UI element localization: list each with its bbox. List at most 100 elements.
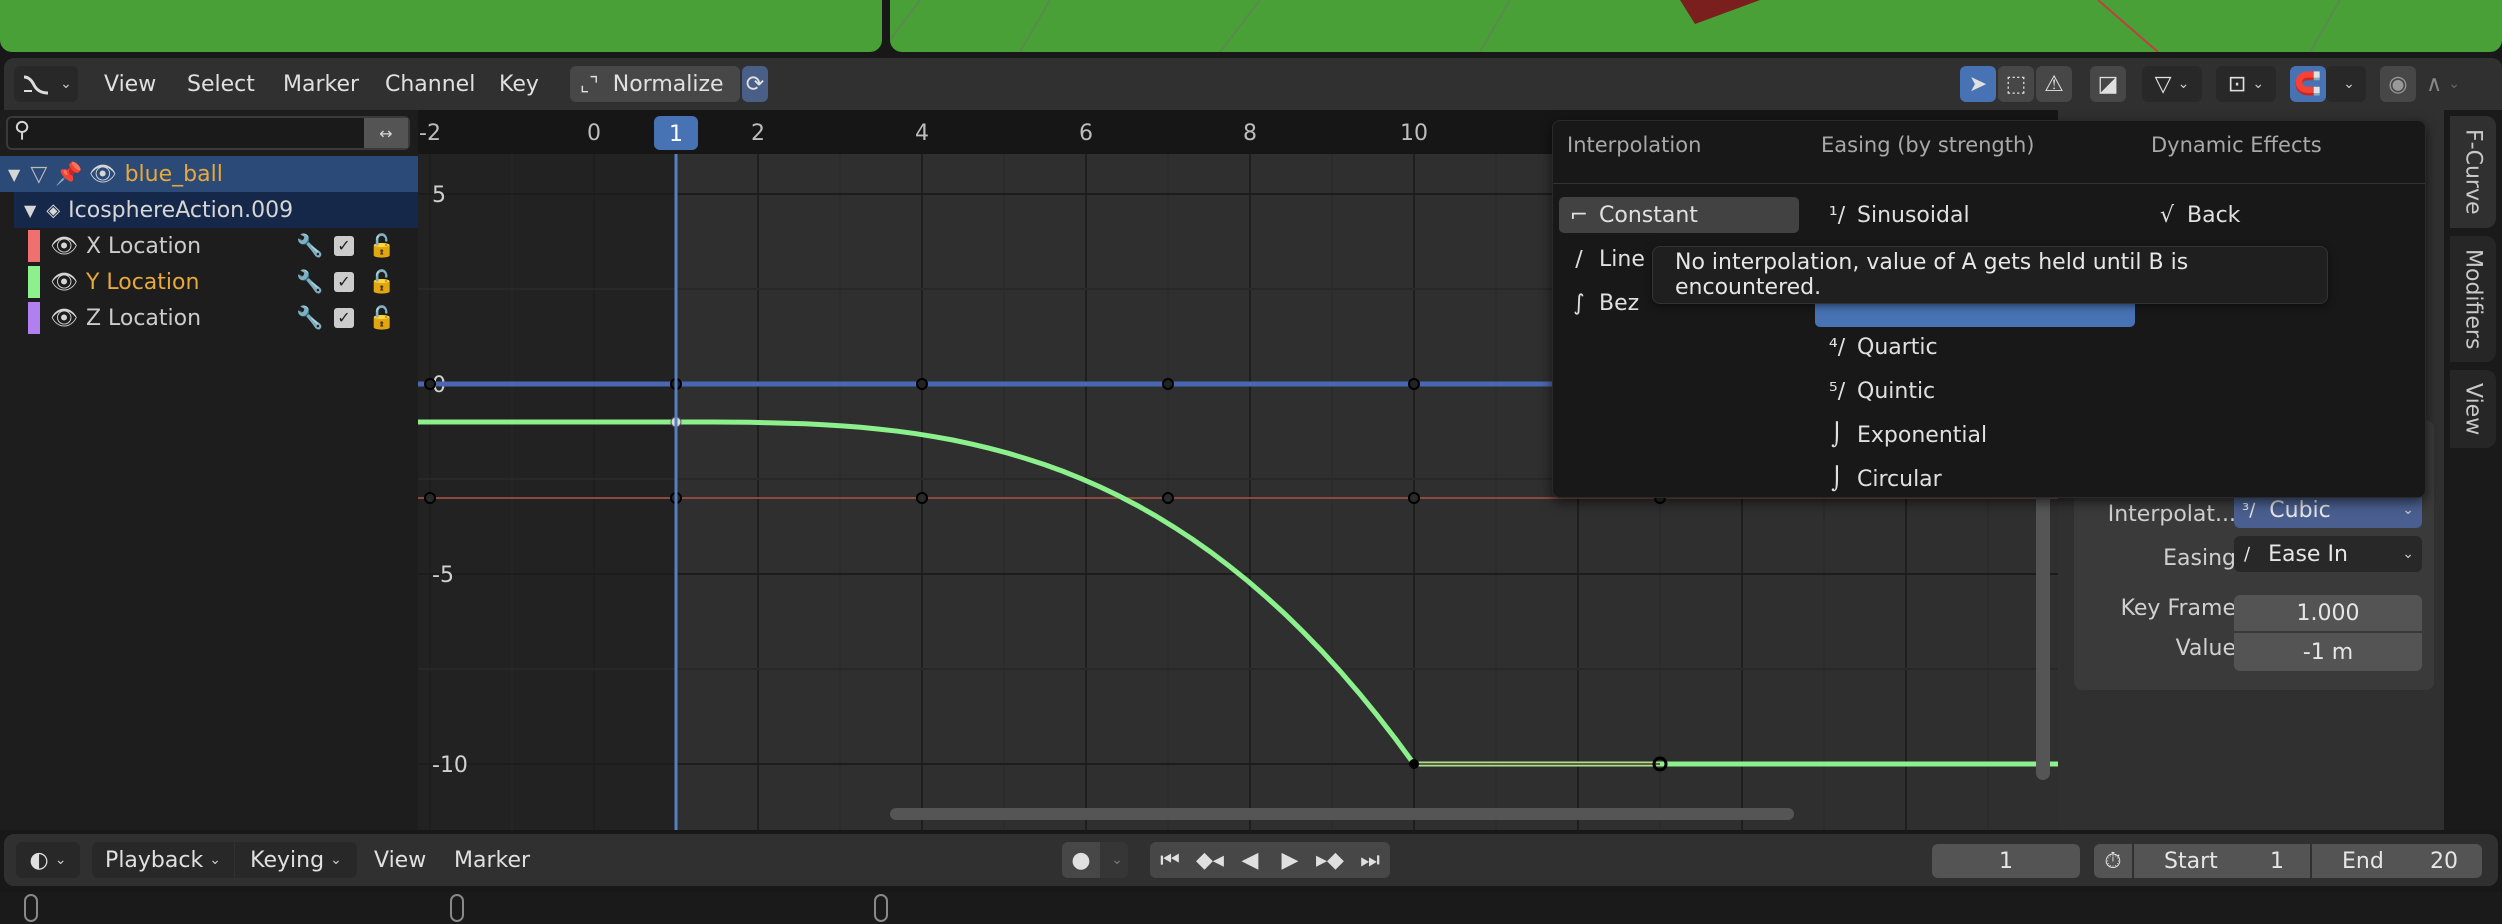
visibility-eye-icon[interactable]: 👁	[50, 234, 78, 259]
keyframe-label: Key Frame	[2120, 596, 2236, 621]
y-keyframe	[1409, 759, 1419, 769]
show-cursor-button[interactable]: ◪	[2090, 66, 2126, 102]
value-field[interactable]: -1 m	[2234, 633, 2422, 671]
prev-keyframe-icon: ◆◂	[1196, 847, 1224, 873]
tab-view[interactable]: View	[2450, 370, 2496, 448]
warning-button[interactable]: ⚠	[2036, 66, 2072, 102]
timeline-menu-marker[interactable]: Marker	[454, 842, 530, 878]
editor-type-button[interactable]: ⌄	[14, 66, 78, 102]
menu-key[interactable]: Key	[499, 66, 539, 102]
mouse-middle-icon	[450, 894, 464, 922]
visibility-eye-icon[interactable]: 👁	[89, 162, 117, 187]
pin-icon[interactable]: 📌	[55, 162, 82, 187]
menu-item-exponential[interactable]: ⌡ Exponential	[1817, 417, 2137, 453]
snap-options-button[interactable]: ⌄	[2326, 66, 2366, 102]
menu-item-label: Back	[2187, 202, 2241, 228]
lock-icon[interactable]: 🔓	[368, 270, 395, 295]
pivot-button[interactable]: ⊡ ⌄	[2216, 66, 2276, 102]
filter-button[interactable]: ▽ ⌄	[2142, 66, 2202, 102]
lock-icon[interactable]: 🔓	[368, 234, 395, 259]
play-reverse-button[interactable]: ◀	[1230, 842, 1270, 878]
record-toggle[interactable]: ●	[1062, 842, 1100, 878]
modifier-wrench-icon[interactable]: 🔧	[296, 270, 323, 295]
preview-range-toggle[interactable]: ⏱	[2094, 844, 2132, 878]
channel-action[interactable]: ▼ ◈ IcosphereAction.009	[14, 192, 418, 228]
y-tick-label: -5	[432, 563, 454, 588]
prev-keyframe-button[interactable]: ◆◂	[1190, 842, 1230, 878]
menu-item-back[interactable]: √ Back	[2147, 197, 2407, 233]
next-keyframe-button[interactable]: ▸◆	[1310, 842, 1350, 878]
channel-object[interactable]: ▼ ▽ 📌 👁 blue_ball	[0, 156, 418, 192]
falloff-button[interactable]: ∧ ⌄	[2416, 66, 2470, 102]
menu-marker[interactable]: Marker	[283, 66, 359, 102]
timeline-menu-view[interactable]: View	[374, 842, 426, 878]
end-frame-field[interactable]: End 20	[2312, 844, 2482, 878]
ruler-tick-label: 2	[751, 121, 765, 146]
z-keyframe	[1162, 378, 1174, 390]
jump-end-icon: ⏭	[1360, 847, 1380, 873]
modifier-wrench-icon[interactable]: 🔧	[296, 306, 323, 331]
viewport-3d[interactable]	[890, 0, 2502, 52]
chevron-down-icon: ⌄	[1111, 852, 1123, 868]
filter-icon: ▽	[2154, 71, 2172, 97]
proportional-edit-toggle[interactable]: ◉	[2380, 66, 2416, 102]
object-icon: ▽	[30, 161, 48, 187]
color-swatch	[28, 302, 40, 334]
mute-checkbox[interactable]: ✓	[334, 272, 354, 292]
mute-checkbox[interactable]: ✓	[334, 308, 354, 328]
normalize-toggle[interactable]: ⌞⌝ Normalize	[570, 66, 740, 102]
flip-filter-button[interactable]: ↔	[364, 118, 408, 148]
visibility-eye-icon[interactable]: 👁	[50, 270, 78, 295]
chevron-down-icon: ⌄	[2177, 76, 2190, 92]
easing-value: Ease In	[2268, 541, 2348, 567]
menu-item-constant[interactable]: ⌐ Constant	[1559, 197, 1799, 233]
menu-item-label: Line	[1599, 246, 1645, 272]
keyframe-field[interactable]: 1.000	[2234, 595, 2422, 631]
record-options[interactable]: ⌄	[1100, 842, 1128, 878]
y-tick-label: -10	[432, 753, 468, 778]
horizontal-scrollbar[interactable]	[890, 808, 1794, 820]
sidebar-tabs: F-Curve Modifiers View	[2444, 110, 2502, 830]
menu-item-quintic[interactable]: ⁵∕ Quintic	[1817, 373, 2137, 409]
menu-item-label: Bez	[1599, 290, 1640, 316]
jump-start-button[interactable]: ⏮	[1150, 842, 1190, 878]
menu-channel[interactable]: Channel	[385, 66, 475, 102]
auto-normalize-button[interactable]: ⟳	[742, 66, 768, 102]
jump-end-button[interactable]: ⏭	[1350, 842, 1390, 878]
tab-fcurve[interactable]: F-Curve	[2450, 116, 2496, 228]
snap-toggle[interactable]: 🧲	[2290, 66, 2326, 102]
play-button[interactable]: ▶	[1270, 842, 1310, 878]
cursor-icon: ➤	[1968, 71, 1988, 97]
select-tool-button[interactable]: ➤	[1960, 66, 1996, 102]
fcurve-x-location[interactable]: 👁 X Location 🔧 ✓ 🔓	[0, 228, 418, 264]
start-frame-field[interactable]: Start 1	[2134, 844, 2310, 878]
modifier-wrench-icon[interactable]: 🔧	[296, 234, 323, 259]
tab-label: View	[2460, 382, 2486, 436]
viewport-left[interactable]	[0, 0, 882, 52]
playback-menu[interactable]: Playback ⌄	[92, 842, 234, 878]
menu-item-quartic[interactable]: ⁴∕ Quartic	[1817, 329, 2137, 365]
menu-select[interactable]: Select	[187, 66, 255, 102]
object-name: blue_ball	[124, 161, 223, 187]
visibility-eye-icon[interactable]: 👁	[50, 306, 78, 331]
menu-view[interactable]: View	[104, 66, 156, 102]
chevron-down-icon: ⌄	[2343, 76, 2355, 92]
lock-icon[interactable]: 🔓	[368, 306, 395, 331]
menu-item-circular[interactable]: ⌡ Circular	[1817, 461, 2137, 497]
tab-modifiers[interactable]: Modifiers	[2450, 236, 2496, 362]
fcurve-y-location[interactable]: 👁 Y Location 🔧 ✓ 🔓	[0, 264, 418, 300]
menu-item-sinusoidal[interactable]: ¹∕ Sinusoidal	[1817, 197, 2137, 233]
easing-dropdown[interactable]: ∕ Ease In ⌄	[2234, 536, 2422, 572]
current-frame-field[interactable]: 1	[1932, 844, 2080, 878]
mute-checkbox[interactable]: ✓	[334, 236, 354, 256]
box-select-button[interactable]: ⬚	[1998, 66, 2034, 102]
keying-menu[interactable]: Keying ⌄	[235, 842, 357, 878]
fcurve-z-location[interactable]: 👁 Z Location 🔧 ✓ 🔓	[0, 300, 418, 336]
timeline-body[interactable]	[0, 892, 2502, 924]
current-frame-value: 1	[1999, 848, 2013, 874]
chevron-down-icon: ⌄	[2252, 76, 2265, 92]
x-keyframe	[424, 492, 436, 504]
channel-search-input[interactable]: ⚲ ↔	[6, 116, 410, 150]
timeline-editor-type-button[interactable]: ◐ ⌄	[16, 842, 80, 878]
menu-item-label: Circular	[1857, 466, 1942, 492]
